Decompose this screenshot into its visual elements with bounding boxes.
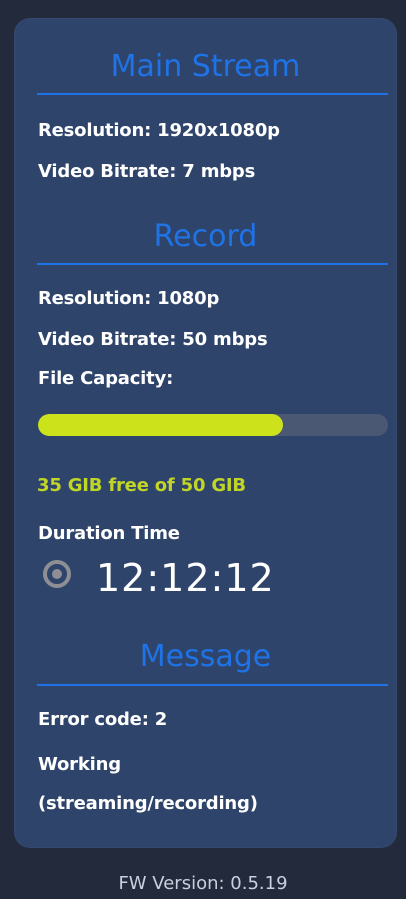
record-divider: [37, 263, 388, 265]
file-capacity-progress: [38, 414, 388, 436]
main-stream-title: Main Stream: [110, 49, 301, 84]
app-frame: Main Stream Resolution: 1920x1080p Video…: [0, 0, 406, 899]
duration-value: 12:12:12: [96, 556, 275, 600]
capacity-text: 35 GIB free of 50 GIB: [37, 475, 246, 496]
status-line-working: Working: [38, 754, 121, 775]
main-stream-divider: [37, 93, 388, 95]
status-panel: Main Stream Resolution: 1920x1080p Video…: [14, 18, 397, 848]
main-stream-bitrate: Video Bitrate: 7 mbps: [38, 161, 256, 182]
record-indicator-icon: [43, 560, 71, 588]
error-code: Error code: 2: [38, 709, 168, 730]
message-divider: [37, 684, 388, 686]
record-bitrate: Video Bitrate: 50 mbps: [38, 329, 268, 350]
firmware-version: FW Version: 0.5.19: [118, 873, 288, 894]
record-title: Record: [153, 219, 258, 254]
status-line-mode: (streaming/recording): [38, 793, 258, 814]
main-stream-resolution: Resolution: 1920x1080p: [38, 120, 280, 141]
duration-label: Duration Time: [38, 523, 180, 544]
file-capacity-fill: [38, 414, 283, 436]
record-resolution: Resolution: 1080p: [38, 288, 220, 309]
message-title: Message: [139, 639, 272, 674]
file-capacity-label: File Capacity:: [38, 368, 174, 389]
